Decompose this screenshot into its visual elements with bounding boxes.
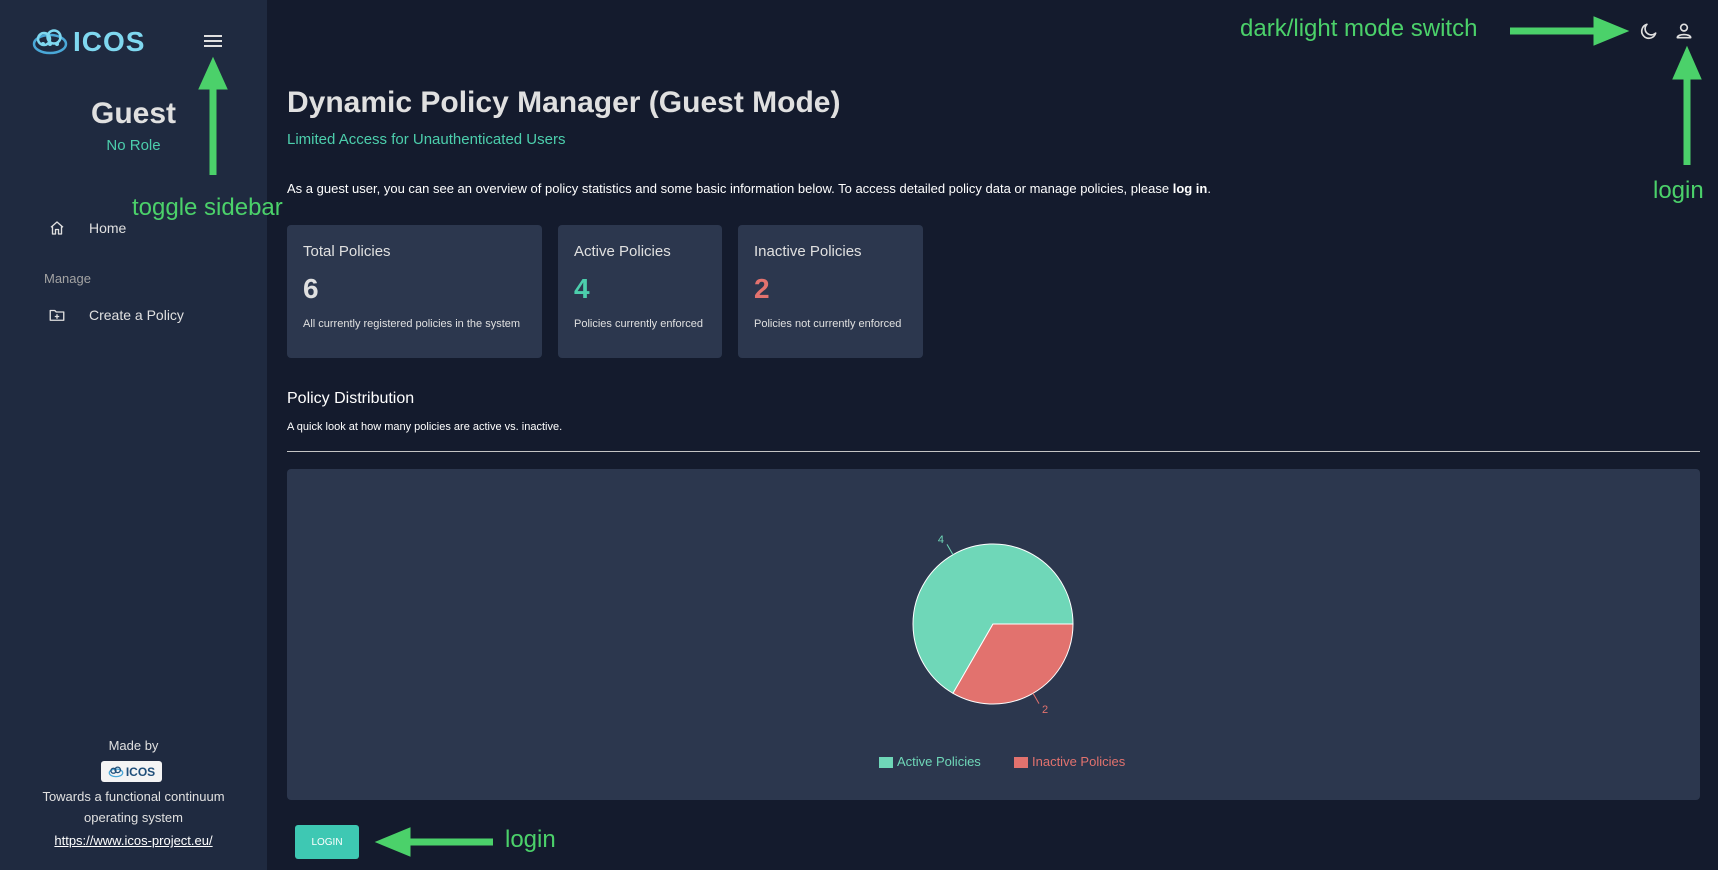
card-title: Inactive Policies [754,243,862,260]
card-description: Policies currently enforced [574,318,704,330]
card-description: Policies not currently enforced [754,318,902,330]
page-title: Dynamic Policy Manager (Guest Mode) [287,86,841,119]
home-icon [50,221,64,235]
hamburger-line [204,45,222,47]
logo-text: ICOS [73,26,146,57]
sidebar-item-home[interactable]: Home [48,219,126,237]
sidebar: ICOS Guest No Role Home Manage Create a … [0,0,267,870]
guest-intro: As a guest user, you can see an overview… [287,181,1211,196]
cloud-logo-icon [108,766,124,777]
made-by-label: Made by [108,738,159,753]
legend-label[interactable]: Inactive Policies [1032,754,1126,769]
annotation-login-bottom: login [505,826,556,853]
hamburger-line [204,40,222,42]
card-title: Total Policies [303,243,391,260]
footer-logo-text: ICOS [125,764,156,779]
app-logo[interactable]: ICOS [31,26,145,58]
profile-name: Guest [90,97,177,130]
legend-label[interactable]: Active Policies [897,754,981,769]
cloud-logo-icon [32,29,68,55]
person-icon[interactable] [1674,21,1694,41]
login-button[interactable]: LOGIN [295,825,359,859]
legend-swatch [1014,757,1028,768]
profile-role: No Role [106,137,161,154]
intro-end: . [1207,181,1211,196]
distribution-title: Policy Distribution [287,390,415,407]
card-value: 6 [303,273,319,304]
intro-login-text: log in [1172,181,1208,196]
divider [287,451,1700,452]
data-label-leader [946,544,954,555]
annotation-toggle-sidebar: toggle sidebar [132,194,283,221]
legend-swatch [879,757,893,768]
hamburger-icon [204,35,222,37]
card-value: 4 [574,273,590,304]
card-title: Active Policies [574,243,671,260]
sidebar-item-label: Home [89,220,127,236]
sidebar-item-label: Create a Policy [89,307,184,323]
data-label: 2 [1042,704,1048,716]
project-website-link[interactable]: https://www.icos-project.eu/ [0,833,267,848]
sidebar-section-manage: Manage [44,271,91,286]
tagline: Towards a functional continuum operating… [42,789,225,825]
annotation-login-top: login [1653,177,1704,204]
toggle-sidebar-button[interactable] [202,32,224,52]
card-value: 2 [754,273,770,304]
stat-card-inactive: Inactive Policies 2 Policies not current… [738,225,923,358]
folder-plus-icon [49,309,65,321]
page-subtitle: Limited Access for Unauthenticated Users [287,131,566,148]
data-label: 4 [938,534,944,546]
sidebar-item-create-policy[interactable]: Create a Policy [48,306,184,324]
pie-chart-panel: 4 2 Active Policies Inactive Policies [287,469,1700,800]
intro-text: As a guest user, you can see an overview… [287,181,1173,196]
data-label-leader [1032,693,1040,704]
distribution-subtitle: A quick look at how many policies are ac… [287,421,563,433]
arrow-head [374,827,411,857]
stat-card-active: Active Policies 4 Policies currently enf… [558,225,722,358]
stat-card-total: Total Policies 6 All currently registere… [287,225,542,358]
annotation-mode-switch: dark/light mode switch [1240,15,1478,42]
footer-logo: ICOS [101,761,162,782]
card-description: All currently registered policies in the… [303,318,521,330]
moon-icon[interactable] [1639,21,1659,41]
pie-chart: 4 2 Active Policies Inactive Policies [879,534,1126,769]
arrow-head [1593,16,1630,46]
arrow-head [1672,45,1702,80]
